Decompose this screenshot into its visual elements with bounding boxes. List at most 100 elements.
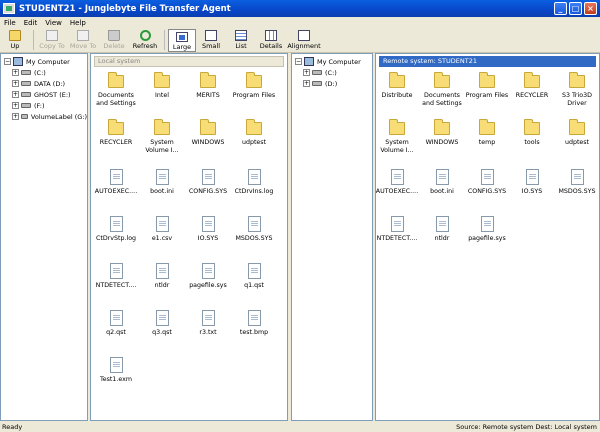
file-item[interactable]: CONFIG.SYS [464,169,510,196]
file-item[interactable]: NTDETECT.... [93,263,139,290]
folder-item[interactable]: S3 Trio3D Driver [554,72,599,107]
file-item[interactable]: Test1.exm [93,357,139,384]
file-item[interactable]: IO.SYS [509,169,555,196]
tree-drive-c[interactable]: + (C:) [4,67,87,78]
status-source-dest: Source: Remote system Dest: Local system [456,423,597,431]
file-item[interactable]: r3.txt [185,310,231,337]
file-item[interactable]: q3.qst [139,310,185,337]
tree-drive-e[interactable]: + GHOST (E:) [4,89,87,100]
folder-item[interactable]: udptest [554,119,599,147]
drive-icon [312,81,322,86]
tree-drive-f[interactable]: + (F:) [4,100,87,111]
menu-help[interactable]: Help [66,19,90,27]
folder-item[interactable]: temp [464,119,510,147]
remote-tree-pane[interactable]: − My Computer + (C:) + (D:) [291,53,373,421]
refresh-button[interactable]: Refresh [129,28,161,52]
move-to-button[interactable]: Move To [67,28,99,52]
copy-to-button[interactable]: Copy To [37,28,67,52]
file-item[interactable]: CtDrvStp.log [93,216,139,243]
folder-item[interactable]: RECYCLER [509,72,555,100]
close-button[interactable]: × [584,2,597,15]
expand-toggle[interactable]: + [12,80,19,87]
delete-button[interactable]: Delete [99,28,129,52]
folder-item[interactable]: Documents and Settings [93,72,139,107]
file-icon [247,169,261,185]
file-icon [201,263,215,279]
file-item[interactable]: q1.qst [231,263,277,290]
drive-icon [312,70,322,75]
remote-file-pane[interactable]: Remote system: STUDENT21 Distribute Docum… [375,53,600,421]
file-item[interactable]: pagefile.sys [464,216,510,243]
tree-my-computer[interactable]: − My Computer [295,56,372,67]
folder-item[interactable]: Distribute [376,72,420,100]
item-label: NTDETECT.... [95,282,137,289]
folder-item[interactable]: Documents and Settings [419,72,465,107]
file-item[interactable]: AUTOEXEC.... [376,169,420,196]
file-item[interactable]: test.bmp [231,310,277,337]
file-item[interactable]: CtDrvIns.log [231,169,277,196]
file-item[interactable]: CONFIG.SYS [185,169,231,196]
folder-item[interactable]: RECYCLER [93,119,139,147]
alignment-button[interactable]: Alignment [286,28,322,52]
file-item[interactable]: IO.SYS [185,216,231,243]
tree-label: (D:) [325,79,338,88]
move-icon [77,30,89,41]
tree-drive-g[interactable]: + VolumeLabel (G:) [4,111,87,122]
tree-drive-d[interactable]: + (D:) [295,78,372,89]
folder-item[interactable]: WINDOWS [419,119,465,147]
small-icons-button[interactable]: Small [196,28,226,52]
folder-item[interactable]: System Volume I... [139,119,185,154]
file-item[interactable]: ntldr [419,216,465,243]
file-item[interactable]: e1.csv [139,216,185,243]
folder-item[interactable]: MERITS [185,72,231,100]
file-item[interactable]: boot.ini [419,169,465,196]
folder-icon [108,119,124,135]
tree-my-computer[interactable]: − My Computer [4,56,87,67]
file-icon [247,263,261,279]
folder-item[interactable]: WINDOWS [185,119,231,147]
folder-item[interactable]: Program Files [464,72,510,100]
list-button[interactable]: List [226,28,256,52]
file-item[interactable]: NTDETECT.... [376,216,420,243]
local-file-pane[interactable]: Local system Documents and Settings Intel… [90,53,288,421]
menu-file[interactable]: File [0,19,20,27]
expand-toggle[interactable]: + [12,102,19,109]
collapse-toggle[interactable]: − [4,58,11,65]
details-button[interactable]: Details [256,28,286,52]
minimize-button[interactable]: _ [554,2,567,15]
folder-item[interactable]: udptest [231,119,277,147]
file-icon [109,357,123,373]
item-label: tools [524,139,540,146]
folder-item[interactable]: Intel [139,72,185,100]
item-label: boot.ini [150,188,174,195]
refresh-icon [139,30,151,41]
item-label: q3.qst [152,329,172,336]
file-item[interactable]: pagefile.sys [185,263,231,290]
menu-edit[interactable]: Edit [20,19,42,27]
expand-toggle[interactable]: + [12,91,19,98]
file-item[interactable]: boot.ini [139,169,185,196]
file-item[interactable]: MSDOS.SYS [554,169,599,196]
up-button[interactable]: Up [0,28,30,52]
file-item[interactable]: q2.qst [93,310,139,337]
collapse-toggle[interactable]: − [295,58,302,65]
file-item[interactable]: MSDOS.SYS [231,216,277,243]
tree-drive-c[interactable]: + (C:) [295,67,372,78]
expand-toggle[interactable]: + [303,69,310,76]
folder-item[interactable]: Program Files [231,72,277,100]
folder-item[interactable]: System Volume I... [376,119,420,154]
expand-toggle[interactable]: + [12,113,19,120]
file-item[interactable]: ntldr [139,263,185,290]
item-label: AUTOEXEC.... [94,188,138,195]
menu-view[interactable]: View [41,19,66,27]
item-label: q1.qst [244,282,264,289]
folder-item[interactable]: tools [509,119,555,147]
file-item[interactable]: AUTOEXEC.... [93,169,139,196]
large-icons-button[interactable]: Large [168,29,196,52]
tree-drive-d[interactable]: + DATA (D:) [4,78,87,89]
local-tree-pane[interactable]: − My Computer + (C:) + DATA (D:) + GHOST (E:… [0,53,88,421]
expand-toggle[interactable]: + [303,80,310,87]
maximize-button[interactable]: □ [569,2,582,15]
expand-toggle[interactable]: + [12,69,19,76]
item-label: r3.txt [199,329,217,336]
